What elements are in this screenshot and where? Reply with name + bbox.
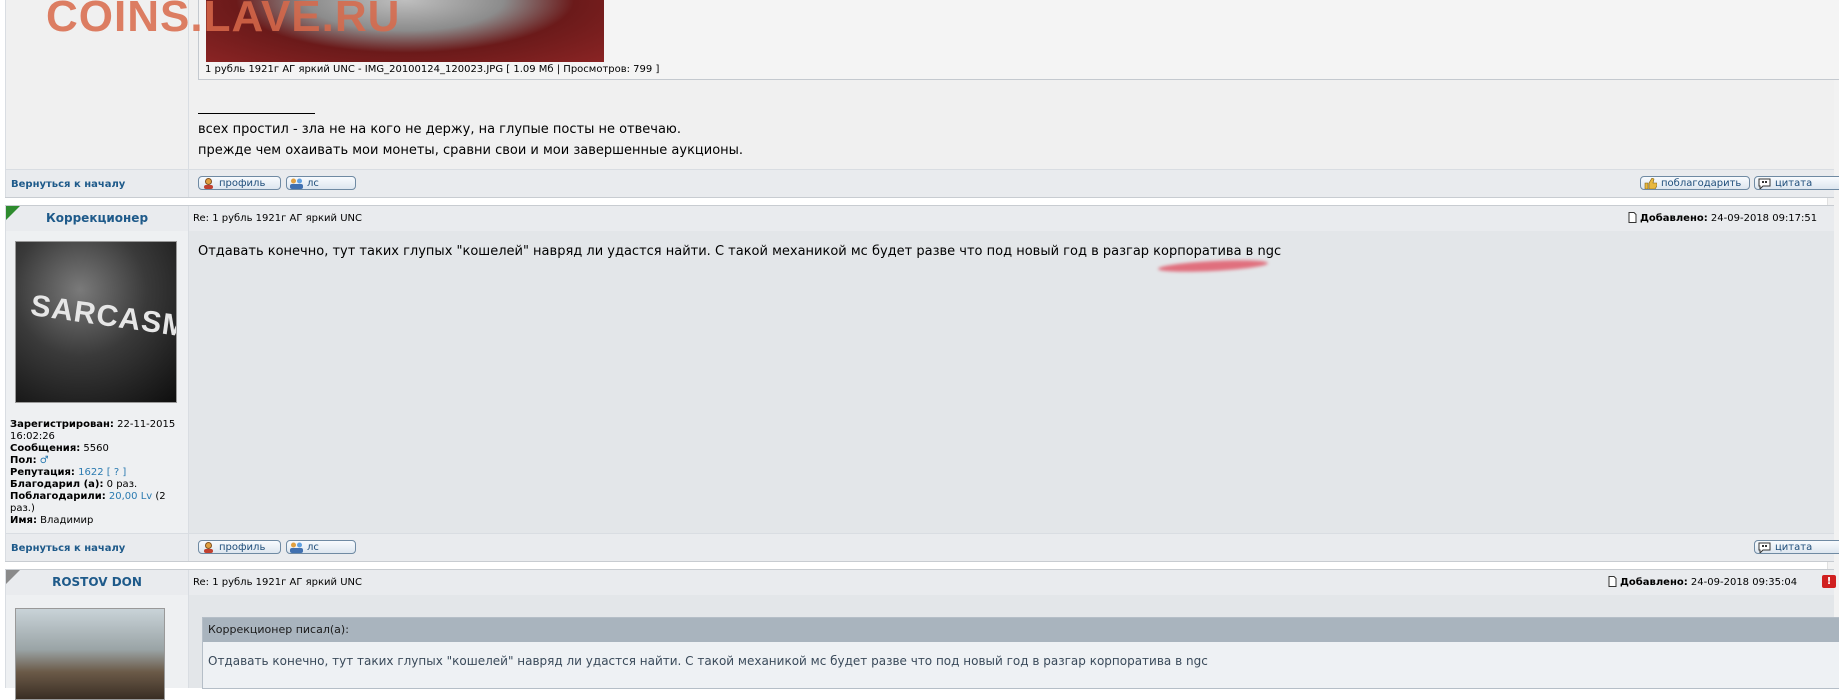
- pm-button[interactable]: лс: [286, 176, 356, 190]
- post-author-name[interactable]: ROSTOV DON: [6, 575, 188, 589]
- profile-button[interactable]: профиль: [198, 176, 281, 190]
- quote-text: Отдавать конечно, тут таких глупых "коше…: [208, 654, 1208, 668]
- post-1-left-column: COINS.LAVE.RU: [5, 0, 399, 169]
- post-added-date: Добавлено: 24-09-2018 09:17:51: [1628, 212, 1817, 224]
- male-icon: ♂: [39, 455, 49, 466]
- quote-header: Коррекционер писал(а):: [203, 618, 1839, 642]
- profile-button-label: профиль: [219, 178, 266, 189]
- pm-button-label: лс: [307, 542, 319, 553]
- thumbs-up-icon: [1644, 178, 1657, 189]
- thank-button[interactable]: поблагодарить: [1640, 176, 1750, 190]
- pm-button-label: лс: [307, 178, 319, 189]
- quote-button-label: цитата: [1775, 542, 1813, 553]
- post-subject[interactable]: Re: 1 рубль 1921г АГ яркий UNC: [193, 577, 362, 588]
- profile-button[interactable]: профиль: [198, 540, 281, 554]
- back-to-top-link[interactable]: Вернуться к началу: [11, 179, 125, 190]
- document-icon[interactable]: [1608, 576, 1617, 587]
- reputation-help-link[interactable]: [ ? ]: [107, 467, 126, 478]
- quote-icon: [1758, 542, 1771, 553]
- back-to-top-link[interactable]: Вернуться к началу: [11, 543, 125, 554]
- signature-line-2: прежде чем охаивать мои монеты, сравни с…: [198, 143, 744, 158]
- post-2-body-row: SARCASM Зарегистрирован: 22-11-2015 16:0…: [5, 231, 1834, 533]
- post-author-name[interactable]: Коррекционер: [6, 211, 188, 225]
- signature-rule: [198, 113, 315, 114]
- added-value: 24-09-2018 09:17:51: [1710, 213, 1818, 224]
- signature-line-1: всех простил - зла не на кого не держу, …: [198, 122, 682, 137]
- thank-button-label: поблагодарить: [1661, 178, 1742, 189]
- user-info: Зарегистрирован: 22-11-2015 16:02:26 Соо…: [10, 419, 176, 526]
- post-added-date: Добавлено: 24-09-2018 09:35:04: [1608, 576, 1797, 588]
- post-body-text: Отдавать конечно, тут таких глупых "коше…: [198, 244, 1282, 259]
- attachment-box: 1 рубль 1921г АГ яркий UNC - IMG_2010012…: [198, 0, 1839, 80]
- profile-button-label: профиль: [219, 542, 266, 553]
- red-scribble-mark: [1157, 258, 1269, 274]
- post-3-header-row: ROSTOV DON Re: 1 рубль 1921г АГ яркий UN…: [5, 569, 1836, 596]
- quote-button-label: цитата: [1775, 178, 1813, 189]
- report-icon[interactable]: !: [1822, 575, 1836, 588]
- post-1-content: 1 рубль 1921г АГ яркий UNC - IMG_2010012…: [188, 0, 1839, 169]
- post-1-body-row: COINS.LAVE.RU 1 рубль 1921г АГ яркий UNC…: [5, 0, 1839, 169]
- thanks-link[interactable]: 20,00 Lv: [109, 491, 152, 502]
- quote-button[interactable]: цитата: [1754, 540, 1839, 554]
- post-1-footer-row: Вернуться к началу профиль лс поблагодар…: [5, 169, 1839, 198]
- reputation-link[interactable]: 1622: [78, 467, 103, 478]
- site-watermark: COINS.LAVE.RU: [46, 0, 401, 41]
- added-value: 24-09-2018 09:35:04: [1690, 577, 1798, 588]
- post-2-header-row: Коррекционер Re: 1 рубль 1921г АГ яркий …: [5, 205, 1834, 232]
- quote-block: Коррекционер писал(а): Отдавать конечно,…: [202, 617, 1839, 689]
- quote-button[interactable]: цитата: [1754, 176, 1839, 190]
- pm-button[interactable]: лс: [286, 540, 356, 554]
- pm-icon: [290, 542, 303, 553]
- attachment-caption: 1 рубль 1921г АГ яркий UNC - IMG_2010012…: [205, 64, 660, 75]
- added-label: Добавлено:: [1640, 213, 1708, 224]
- avatar-text: SARCASM: [28, 289, 177, 344]
- avatar[interactable]: SARCASM: [15, 241, 177, 403]
- added-label: Добавлено:: [1620, 577, 1688, 588]
- quote-icon: [1758, 178, 1771, 189]
- profile-icon: [204, 542, 213, 553]
- post-2-footer-row: Вернуться к началу профиль лс цитата: [5, 533, 1839, 562]
- profile-icon: [204, 178, 213, 189]
- post-subject[interactable]: Re: 1 рубль 1921г АГ яркий UNC: [193, 213, 362, 224]
- document-icon[interactable]: [1628, 212, 1637, 223]
- avatar[interactable]: [15, 608, 165, 700]
- post-3-body-row: Коррекционер писал(а): Отдавать конечно,…: [5, 595, 1839, 700]
- pm-icon: [290, 178, 303, 189]
